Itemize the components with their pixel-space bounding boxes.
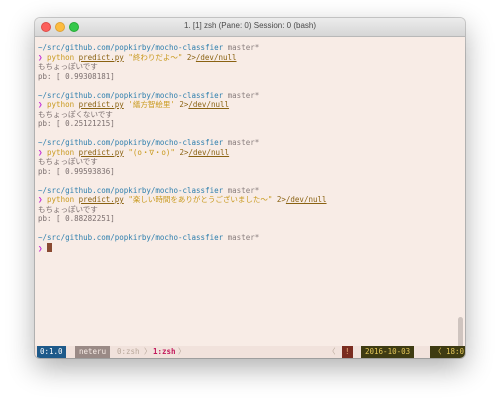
terminal-window: 1. [1] zsh (Pane: 0) Session: 0 (bash) ~… (35, 18, 465, 358)
output-line: pb: [ 0.99593836] (38, 166, 115, 176)
prompt-arrow-icon: ❯ (38, 243, 43, 253)
session-badge: 0:1.0 (37, 346, 66, 358)
redirect-target: /dev/null (195, 52, 237, 62)
time-separator-icon: 〈 (434, 347, 442, 356)
terminal-content[interactable]: ~/src/github.com/popkirby/mocho-classfie… (35, 37, 465, 358)
output-line: もちょっぽいです (38, 157, 98, 166)
git-branch: master* (227, 233, 260, 242)
command-line: ❯ python predict.py "終わりだよ〜" 2>/dev/null (38, 53, 453, 63)
prompt-path-line: ~/src/github.com/popkirby/mocho-classfie… (38, 43, 453, 53)
prompt-path-line: ~/src/github.com/popkirby/mocho-classfie… (38, 138, 453, 148)
git-branch: master* (227, 90, 260, 100)
git-branch: master* (227, 43, 260, 52)
command-name: python (47, 195, 75, 204)
prompt-arrow-icon: ❯ (38, 100, 43, 109)
prompt-path-line: ~/src/github.com/popkirby/mocho-classfie… (38, 233, 453, 243)
separator-icon: 〉 (144, 347, 152, 356)
left-chevron-icon: 〈 (328, 347, 336, 356)
window-title: 1. [1] zsh (Pane: 0) Session: 0 (bash) (183, 21, 317, 30)
script-file: predict.py (78, 195, 124, 204)
command-argument: "(o・∇・o)" (128, 147, 175, 157)
redirect-operator: 2> (186, 52, 196, 62)
command-argument: '繕方智絵里' (128, 100, 175, 109)
redirect-target: /dev/null (285, 195, 327, 204)
window-tab-1-active[interactable]: 1:zsh (153, 346, 176, 358)
script-file: predict.py (78, 100, 124, 109)
command-name: python (47, 147, 75, 157)
cwd-path: ~/src/github.com/popkirby/mocho-classfie… (38, 90, 224, 100)
redirect-target: /dev/null (188, 147, 230, 157)
status-date: 2016-10-03 (361, 346, 415, 358)
output-line: pb: [ 0.88282251] (38, 214, 115, 223)
cwd-path: ~/src/github.com/popkirby/mocho-classfie… (38, 233, 224, 242)
cwd-path: ~/src/github.com/popkirby/mocho-classfie… (38, 43, 224, 52)
script-file: predict.py (78, 52, 124, 62)
title-bar[interactable]: 1. [1] zsh (Pane: 0) Session: 0 (bash) (35, 18, 465, 37)
prompt-arrow-icon: ❯ (38, 52, 43, 62)
prompt-path-line: ~/src/github.com/popkirby/mocho-classfie… (38, 186, 453, 196)
output-line: pb: [ 0.25121215] (38, 119, 115, 128)
prompt-path-line: ~/src/github.com/popkirby/mocho-classfie… (38, 91, 453, 101)
text-cursor (47, 242, 53, 252)
tmux-status-bar: 0:1.0 neteru 0:zsh 〉 1:zsh 〉 〈 ! 2016-10… (35, 346, 465, 358)
cwd-path: ~/src/github.com/popkirby/mocho-classfie… (38, 185, 224, 195)
command-argument: "楽しい時間をありがとうございました〜" (128, 195, 273, 204)
prompt-arrow-icon: ❯ (38, 195, 43, 204)
output-line: もちょっぽくないです (38, 109, 113, 119)
command-argument: "終わりだよ〜" (128, 52, 183, 62)
redirect-operator: 2> (276, 195, 286, 204)
script-file: predict.py (78, 147, 124, 157)
status-time: 〈 18:01 (430, 346, 465, 358)
redirect-target: /dev/null (188, 100, 230, 109)
command-line: ❯ python predict.py "楽しい時間をありがとうございました〜"… (38, 195, 453, 205)
command-line: ❯ python predict.py '繕方智絵里' 2>/dev/null (38, 100, 453, 110)
alert-indicator: ! (342, 346, 353, 358)
command-name: python (47, 100, 75, 109)
git-branch: master* (227, 138, 260, 147)
command-name: python (47, 52, 75, 62)
window-tab-0[interactable]: 0:zsh (117, 346, 140, 358)
terminal-output: ~/src/github.com/popkirby/mocho-classfie… (38, 43, 453, 252)
git-branch: master* (227, 185, 260, 195)
output-line: もちょっぽいです (38, 62, 98, 71)
separator-icon: 〉 (178, 347, 186, 356)
active-command-line[interactable]: ❯ (38, 242, 453, 253)
prompt-arrow-icon: ❯ (38, 147, 43, 157)
command-line: ❯ python predict.py "(o・∇・o)" 2>/dev/nul… (38, 148, 453, 158)
hostname-segment: neteru (75, 346, 111, 358)
cwd-path: ~/src/github.com/popkirby/mocho-classfie… (38, 138, 224, 147)
output-line: もちょっぽいです (38, 204, 98, 214)
clock-time: 18:01 (446, 347, 465, 356)
output-line: pb: [ 0.99308181] (38, 71, 115, 81)
